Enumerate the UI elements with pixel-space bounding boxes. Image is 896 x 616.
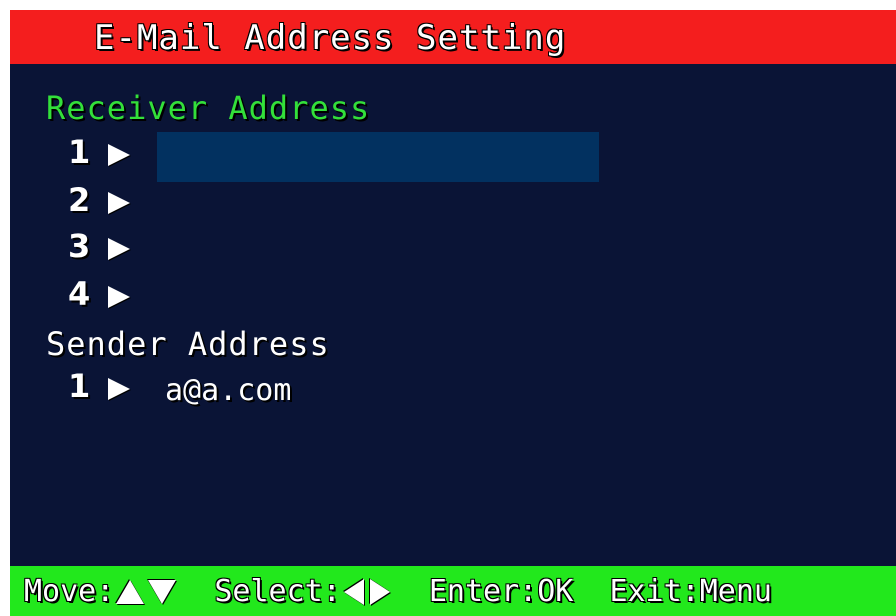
select-hint: Select: <box>214 573 392 611</box>
receiver-address-field-4[interactable] <box>157 274 599 324</box>
row-index: 3 <box>68 227 91 265</box>
sender-address-field-1[interactable]: a@a.com <box>157 366 599 416</box>
row-index: 4 <box>68 275 91 313</box>
receiver-address-field-2[interactable] <box>157 180 599 230</box>
exit-hint: Exit:Menu <box>609 573 772 609</box>
receiver-address-label: Receiver Address <box>46 89 371 127</box>
triangle-up-icon <box>116 580 145 604</box>
receiver-row-4[interactable]: 4 <box>68 272 888 316</box>
triangle-left-icon <box>343 579 364 605</box>
triangle-right-icon <box>369 579 390 605</box>
receiver-address-field-3[interactable] <box>157 226 599 276</box>
settings-panel: Receiver Address 1 2 3 4 Sender Address … <box>10 64 896 566</box>
page-title: E-Mail Address Setting <box>94 18 567 58</box>
move-label: Move: <box>24 573 115 609</box>
triangle-right-icon <box>108 378 130 400</box>
sender-row-1[interactable]: 1 a@a.com <box>68 364 888 408</box>
receiver-address-field-1[interactable] <box>157 132 599 182</box>
sender-address-label: Sender Address <box>46 325 330 363</box>
help-text: Move: Select: Enter:OK Exit:Menu <box>24 572 772 611</box>
move-hint: Move: <box>24 573 178 611</box>
triangle-right-icon <box>108 238 130 260</box>
receiver-row-2[interactable]: 2 <box>68 178 888 222</box>
receiver-row-3[interactable]: 3 <box>68 224 888 268</box>
triangle-right-icon <box>108 286 130 308</box>
osd-screen: E-Mail Address Setting Receiver Address … <box>0 0 896 616</box>
triangle-right-icon <box>108 192 130 214</box>
select-label: Select: <box>214 573 341 609</box>
row-index: 1 <box>68 133 91 171</box>
receiver-row-1[interactable]: 1 <box>68 130 888 182</box>
row-index: 1 <box>68 367 91 405</box>
triangle-down-icon <box>148 580 177 604</box>
help-bar: Move: Select: Enter:OK Exit:Menu <box>10 566 896 616</box>
enter-hint: Enter:OK <box>428 573 574 609</box>
title-bar: E-Mail Address Setting <box>10 10 896 64</box>
row-index: 2 <box>68 181 91 219</box>
triangle-right-icon <box>108 144 130 166</box>
